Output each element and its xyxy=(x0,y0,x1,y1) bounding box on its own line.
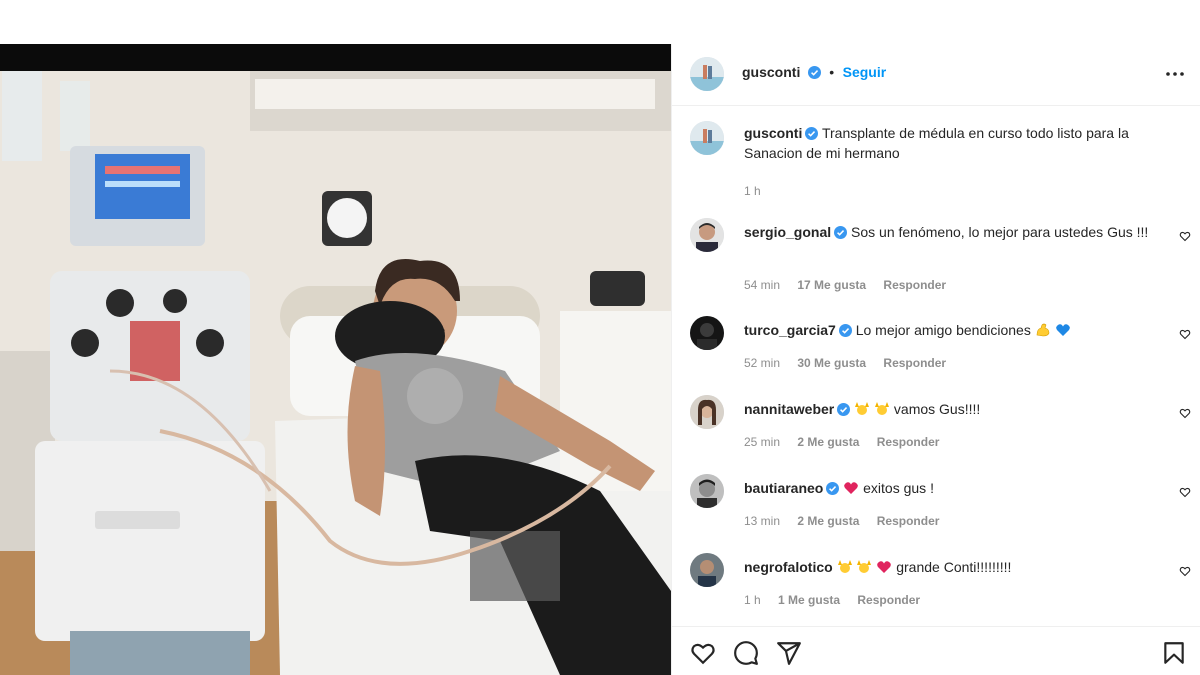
comment-username[interactable]: bautiaraneo xyxy=(744,480,823,496)
blue-heart-emoji-icon xyxy=(1055,324,1070,336)
commenter-avatar[interactable] xyxy=(690,395,724,429)
commenter-avatar[interactable] xyxy=(690,474,724,508)
caption-time: 1 h xyxy=(744,184,761,198)
red-heart-emoji-icon xyxy=(877,561,892,573)
raising-hands-emoji-icon xyxy=(837,560,852,573)
comment-username[interactable]: nannitaweber xyxy=(744,401,834,417)
commenter-avatar[interactable] xyxy=(690,218,724,252)
verified-badge-icon xyxy=(807,66,821,79)
comment-meta: 25 min 2 Me gusta Responder xyxy=(744,435,953,449)
comment-text-block: bautiaraneo exitos gus ! xyxy=(744,478,1164,498)
raising-hands-emoji-icon xyxy=(857,560,872,573)
comment-icon[interactable] xyxy=(733,640,759,666)
header-user-line: gusconti • Seguir xyxy=(742,64,886,82)
comment-likes[interactable]: 1 Me gusta xyxy=(778,593,840,607)
commenter-avatar[interactable] xyxy=(690,553,724,587)
raising-hands-emoji-icon xyxy=(855,402,870,415)
verified-badge-icon xyxy=(838,324,852,337)
heart-icon[interactable] xyxy=(690,640,716,666)
verified-badge-icon xyxy=(826,482,840,495)
top-bar xyxy=(0,0,1200,44)
comment-likes[interactable]: 30 Me gusta xyxy=(797,356,866,370)
comment-text-block: nannitaweber vamos Gus!!!! xyxy=(744,399,1164,419)
comment-meta: 52 min 30 Me gusta Responder xyxy=(744,356,960,370)
reply-button[interactable]: Responder xyxy=(883,356,946,370)
bookmark-icon[interactable] xyxy=(1161,640,1187,666)
author-avatar[interactable] xyxy=(690,57,724,91)
hospital-scene-image xyxy=(0,71,671,675)
author-username[interactable]: gusconti xyxy=(742,64,800,80)
comment-text: vamos Gus!!!! xyxy=(893,401,981,417)
comment-like-heart-icon[interactable] xyxy=(1179,407,1191,419)
caption-text-block: gusconti Transplante de médula en curso … xyxy=(744,123,1164,163)
comment-text-block: negrofalotico grande Conti!!!!!!!!! xyxy=(744,557,1164,577)
comment-meta: 13 min 2 Me gusta Responder xyxy=(744,514,953,528)
comment-time: 25 min xyxy=(744,435,781,449)
post-side-panel: gusconti • Seguir gusconti Transplante d… xyxy=(671,44,1200,675)
flexed-biceps-emoji-icon xyxy=(1036,323,1050,337)
comment-text: grande Conti!!!!!!!!! xyxy=(896,559,1012,575)
comment-text: Sos un fenómeno, lo mejor para ustedes G… xyxy=(851,224,1149,240)
comments-list: gusconti Transplante de médula en curso … xyxy=(672,106,1200,626)
verified-badge-icon xyxy=(837,403,851,416)
separator-dot: • xyxy=(829,64,835,80)
comment-like-heart-icon[interactable] xyxy=(1179,328,1191,340)
share-icon[interactable] xyxy=(776,640,802,666)
post-photo xyxy=(0,44,671,675)
comment-username[interactable]: negrofalotico xyxy=(744,559,833,575)
verified-badge-icon xyxy=(834,226,848,239)
more-options-icon[interactable] xyxy=(1165,64,1185,84)
reply-button[interactable]: Responder xyxy=(877,514,940,528)
comment-likes[interactable]: 2 Me gusta xyxy=(797,435,859,449)
comment-likes[interactable]: 17 Me gusta xyxy=(797,278,866,292)
comment-text-block: turco_garcia7 Lo mejor amigo bendiciones xyxy=(744,320,1164,340)
comment-like-heart-icon[interactable] xyxy=(1179,486,1191,498)
comment-likes[interactable]: 2 Me gusta xyxy=(797,514,859,528)
comment-username[interactable]: turco_garcia7 xyxy=(744,322,836,338)
raising-hands-emoji-icon xyxy=(875,402,890,415)
comment-meta: 54 min 17 Me gusta Responder xyxy=(744,278,960,292)
post-header: gusconti • Seguir xyxy=(672,44,1200,106)
caption-meta: 1 h xyxy=(744,184,775,198)
comment-like-heart-icon[interactable] xyxy=(1179,230,1191,242)
comment-text: Lo mejor amigo bendiciones xyxy=(855,322,1031,338)
comment-text-block: sergio_gonal Sos un fenómeno, lo mejor p… xyxy=(744,222,1164,242)
comment-username[interactable]: sergio_gonal xyxy=(744,224,831,240)
comment-meta: 1 h 1 Me gusta Responder xyxy=(744,593,934,607)
red-heart-emoji-icon xyxy=(844,482,859,494)
photo-top-strip xyxy=(0,44,671,71)
comment-time: 52 min xyxy=(744,356,781,370)
commenter-avatar[interactable] xyxy=(690,316,724,350)
comment-text: exitos gus ! xyxy=(863,480,934,496)
comment-time: 54 min xyxy=(744,278,781,292)
verified-badge-icon xyxy=(805,127,819,140)
post-actions-bar xyxy=(672,626,1200,675)
reply-button[interactable]: Responder xyxy=(857,593,920,607)
comment-like-heart-icon[interactable] xyxy=(1179,565,1191,577)
caption-username[interactable]: gusconti xyxy=(744,125,802,141)
comment-time: 1 h xyxy=(744,593,761,607)
reply-button[interactable]: Responder xyxy=(877,435,940,449)
reply-button[interactable]: Responder xyxy=(883,278,946,292)
comment-time: 13 min xyxy=(744,514,781,528)
caption-avatar[interactable] xyxy=(690,121,724,155)
follow-button[interactable]: Seguir xyxy=(843,64,887,80)
